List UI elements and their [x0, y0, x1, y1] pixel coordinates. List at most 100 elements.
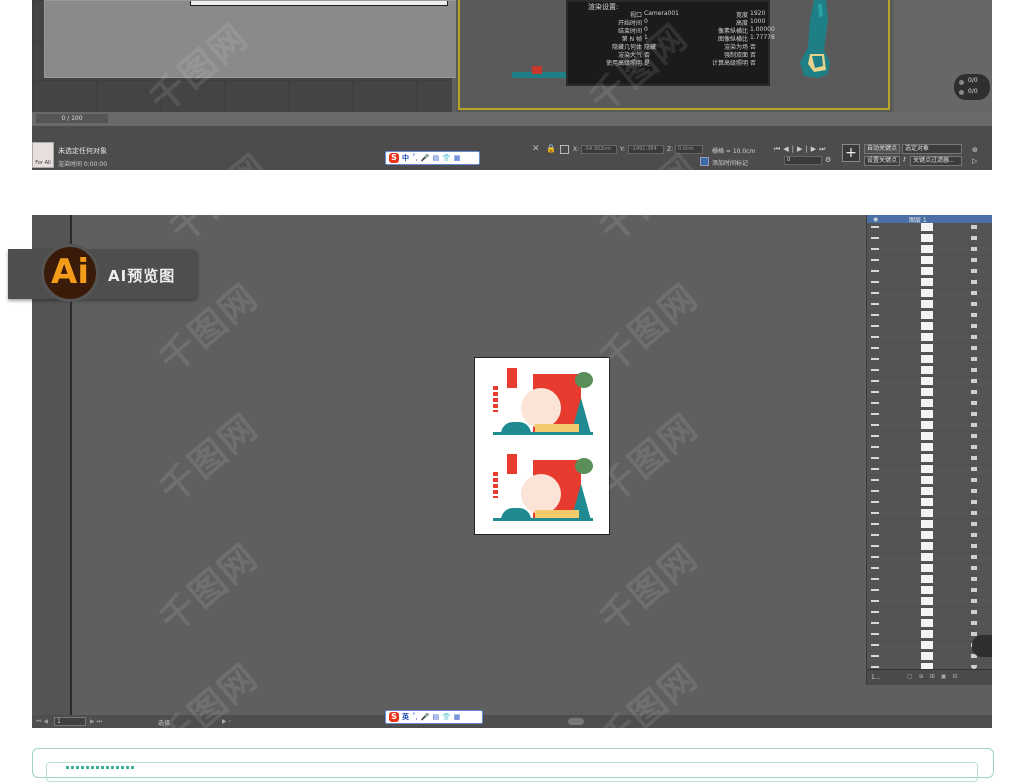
transform-icon[interactable]: ✕ [532, 144, 540, 154]
rs-value: 1.77778 [750, 34, 775, 41]
time-config-icon[interactable]: ⚙ [825, 156, 831, 164]
zoom-field[interactable]: 1 [54, 717, 86, 726]
coord-x-label: X: [573, 146, 580, 153]
dot-icon [959, 80, 964, 85]
set-key-button[interactable]: 设置关键点 [864, 156, 900, 166]
punct-icon[interactable]: ˚, [412, 713, 418, 721]
rs-value: 1.00000 [750, 26, 775, 33]
rs-value: 1000 [750, 18, 766, 25]
nav-arrows-icon[interactable]: ⏮◀ [36, 718, 50, 726]
render-thumbnail [190, 1, 448, 6]
keyboard-icon[interactable]: ▤ [432, 713, 439, 721]
shirt-icon[interactable]: 👕 [442, 713, 451, 721]
playback-controls-icon[interactable]: ⏮◀|▶|▶⏭ [774, 145, 828, 154]
nav-icon[interactable]: ▷ [972, 157, 977, 165]
shirt-icon[interactable]: 👕 [442, 154, 451, 162]
layer-row-selected[interactable] [867, 215, 992, 223]
art-moon [521, 474, 561, 514]
maxscript-listener[interactable]: For All [32, 142, 54, 168]
rs-value: 1920 [750, 10, 766, 17]
key-filter-button[interactable]: 关键点过滤器... [910, 156, 962, 166]
ime-mode[interactable]: 中 [402, 153, 409, 163]
absolute-mode-icon[interactable] [560, 145, 569, 154]
layer-list[interactable] [867, 223, 992, 669]
coord-y-label: Y: [620, 146, 625, 153]
grid-size-label: 栅格 = 10.0cm [712, 148, 756, 155]
time-tag-icon[interactable] [700, 157, 709, 166]
sogou-logo-icon: S [389, 153, 399, 163]
artwork-preview [487, 364, 599, 442]
coord-z-label: Z: [667, 146, 674, 153]
next-section-inner [46, 762, 978, 782]
artboard[interactable] [474, 357, 610, 535]
layers-count: 1... [871, 674, 881, 681]
current-frame-field[interactable]: 0 [784, 156, 822, 165]
mic-icon[interactable]: 🎤 [421, 713, 430, 721]
arrow-icon[interactable]: ▶ ‹ [222, 718, 231, 725]
art-pine [575, 458, 593, 474]
badge-label: AI预览图 [108, 267, 176, 285]
rs-value: 1 [644, 34, 648, 41]
punct-icon[interactable]: ˚, [412, 154, 418, 162]
ime-toolbar-top[interactable]: S 中 ˚, 🎤 ▤ 👕 ▦ [385, 151, 480, 165]
status-bar: ⏮◀ 1 ▶⏭ 选择 ▶ ‹ [32, 715, 992, 728]
pill-value: 0/0 [968, 77, 978, 84]
timeline-bar[interactable] [32, 112, 992, 126]
art-base [493, 518, 593, 521]
sogou-logo-icon: S [389, 712, 399, 722]
mic-icon[interactable]: 🎤 [421, 154, 430, 162]
zoom-value: 1 [57, 718, 61, 725]
coord-y-field[interactable]: -1491.384 [628, 145, 664, 154]
nav-arrows-icon[interactable]: ▶⏭ [90, 718, 104, 726]
add-time-tag[interactable]: 添加时间标记 [712, 158, 748, 167]
rs-label: 计算高级照明 [711, 60, 748, 67]
side-pill [972, 635, 992, 657]
target-column[interactable] [971, 223, 977, 669]
layers-footer: 1... ▢⊕⊞▣⊟ [867, 669, 992, 685]
status-render-time: 渲染时间 0:00:00 [58, 161, 108, 168]
art-lanterns [493, 472, 498, 498]
coord-z-field[interactable]: 0.0cm [675, 145, 703, 154]
art-pillar [507, 454, 517, 474]
art-base [493, 432, 593, 435]
selected-object-dropdown[interactable]: 选定对象 [902, 144, 962, 154]
rs-label: 使用高级照明 [605, 60, 642, 67]
ime-toolbar-bottom[interactable]: S 英 ˚, 🎤 ▤ 👕 ▦ [385, 710, 483, 724]
grid-icon[interactable]: ▦ [454, 154, 461, 162]
status-selection-text: 未选定任何对象 [58, 147, 107, 155]
pill-value: 0/0 [968, 88, 978, 95]
visibility-column[interactable] [871, 223, 879, 669]
rs-value: 0 [644, 18, 648, 25]
illustrator-logo-icon: Ai [41, 244, 99, 302]
rs-value: 是 [644, 60, 651, 67]
auto-key-button[interactable]: 自动关键点 [864, 144, 900, 154]
layer-actions-icon[interactable]: ▢⊕⊞▣⊟ [907, 673, 963, 680]
art-pillar [507, 368, 517, 388]
nav-icon[interactable]: ⊕ [972, 146, 978, 154]
key-filter-icon: ⚷ [902, 156, 907, 163]
dot-icon [959, 90, 964, 95]
add-key-button[interactable]: + [842, 144, 860, 162]
rs-value: 0 [644, 26, 648, 33]
rs-value: Camera001 [644, 10, 679, 17]
eye-icon[interactable]: ◉ [873, 216, 878, 223]
art-lanterns [493, 386, 498, 412]
art-moon [521, 388, 561, 428]
max-window: 渲染设置: 视口 Camera001 开始时间 0 结束时间 0 第 N 帧 1… [32, 0, 992, 170]
keyboard-icon[interactable]: ▤ [432, 154, 439, 162]
lock-icon[interactable]: 🔒 [546, 144, 556, 153]
rs-value: 否 [750, 60, 757, 67]
scroll-thumb[interactable] [568, 718, 584, 725]
viewport-counter-pill: 0/0 0/0 [954, 74, 990, 100]
frame-counter[interactable]: 0 / 100 [36, 114, 108, 123]
ime-mode[interactable]: 英 [402, 712, 409, 722]
grid-icon[interactable]: ▦ [454, 713, 461, 721]
thumbnail-column [921, 223, 933, 669]
artwork-preview [487, 450, 599, 528]
current-tool: 选择 [158, 720, 171, 727]
art-pine [575, 372, 593, 388]
art-gold-blocks [535, 424, 579, 432]
scene-object-icon [800, 0, 830, 78]
coord-x-field[interactable]: -54.302cm [581, 145, 617, 154]
layers-panel[interactable]: ◉ 图层 1 1... ▢⊕⊞▣⊟ [866, 215, 992, 685]
